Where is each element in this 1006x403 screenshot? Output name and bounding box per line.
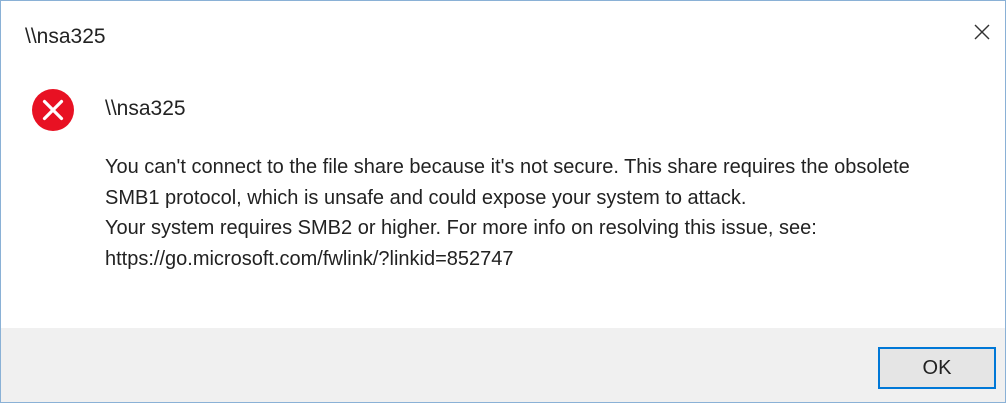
- title-bar[interactable]: \\nsa325: [1, 1, 1005, 73]
- ok-button[interactable]: OK: [878, 347, 996, 389]
- message-line: SMB1 protocol, which is unsafe and could…: [105, 186, 747, 209]
- button-bar: OK: [1, 328, 1005, 402]
- error-dialog: \\nsa325 \\nsa325 You can't connect to t…: [0, 0, 1006, 403]
- close-icon: [974, 24, 990, 40]
- message-line: You can't connect to the file share beca…: [105, 156, 910, 178]
- message-link-text: https://go.microsoft.com/fwlink/?linkid=…: [105, 247, 514, 270]
- message-line: Your system requires SMB2 or higher. For…: [105, 217, 817, 239]
- error-message: You can't connect to the file share beca…: [105, 152, 985, 274]
- close-button[interactable]: [959, 1, 1005, 63]
- dialog-header: \\nsa325: [105, 97, 186, 120]
- window-title: \\nsa325: [25, 25, 106, 48]
- error-icon: [32, 89, 74, 131]
